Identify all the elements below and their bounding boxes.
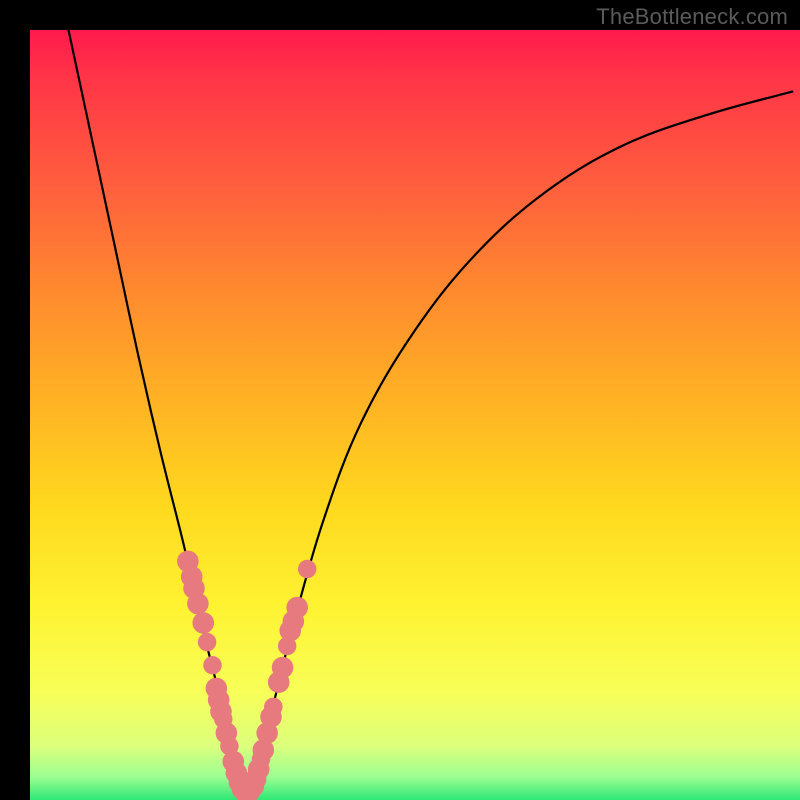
data-dot bbox=[198, 633, 216, 651]
data-dot bbox=[203, 656, 221, 674]
data-dot bbox=[187, 593, 209, 615]
data-dot bbox=[272, 657, 294, 679]
data-dot bbox=[192, 612, 214, 634]
watermark-text: TheBottleneck.com bbox=[596, 4, 788, 30]
chart-overlay bbox=[30, 30, 800, 800]
data-dot bbox=[298, 560, 316, 578]
data-dot bbox=[264, 698, 282, 716]
plot-area bbox=[30, 30, 800, 800]
bottleneck-curve bbox=[69, 30, 793, 792]
data-dots bbox=[177, 551, 316, 800]
chart-frame: TheBottleneck.com bbox=[0, 0, 800, 800]
data-dot bbox=[286, 597, 308, 619]
